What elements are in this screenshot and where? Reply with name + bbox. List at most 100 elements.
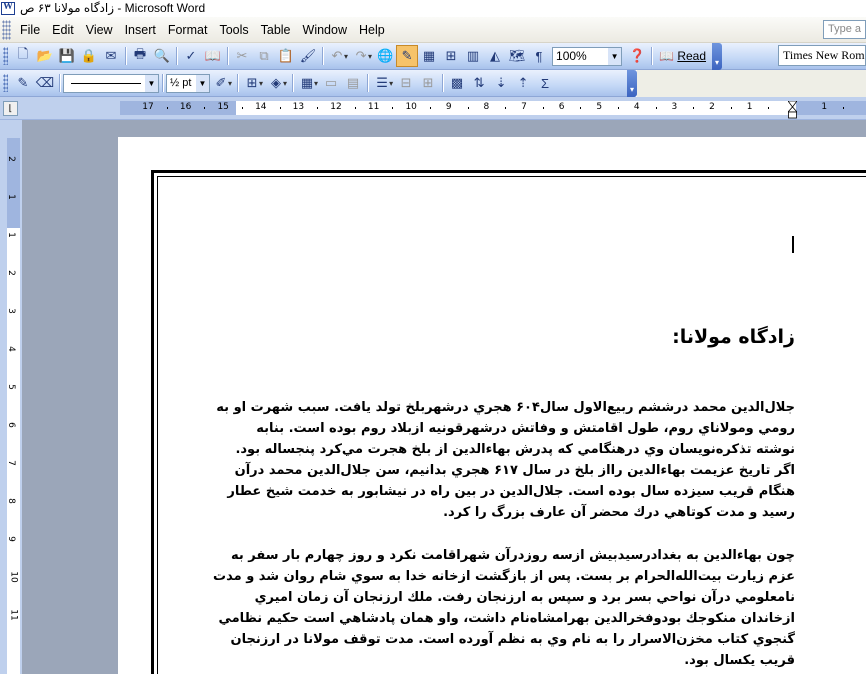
ruler-number: 4 [633, 102, 640, 112]
ruler-number: 14 [255, 102, 267, 112]
vertical-ruler[interactable]: 2 1 1 2 3 4 5 6 7 8 9 10 11 [5, 138, 20, 674]
print-icon[interactable]: 🖶 [129, 45, 151, 67]
read-button[interactable]: 📖 Read [655, 46, 710, 66]
menu-grip-handle[interactable] [2, 19, 11, 40]
text-direction-icon[interactable]: ⇅ [468, 72, 490, 94]
insert-table-icon[interactable]: ▦ [418, 45, 440, 67]
zoom-select[interactable]: 100% ▼ [552, 46, 623, 66]
border-dropdown-icon[interactable]: ▾ [259, 79, 263, 88]
sort-ascending-icon[interactable]: ⇣ [490, 72, 512, 94]
vertical-ruler-number: 11 [8, 609, 19, 621]
vertical-ruler-number: 2 [5, 270, 16, 276]
document-paragraph-1[interactable]: جلال‌الدين محمد درششم ربيع‌الاول سال۶۰۴ … [216, 397, 795, 523]
menu-file[interactable]: File [14, 21, 46, 39]
merge-cells-icon[interactable]: ▭ [320, 72, 342, 94]
menu-window[interactable]: Window [297, 21, 353, 39]
research-icon[interactable]: 📖 [202, 45, 224, 67]
line-weight-select[interactable]: ½ pt ▼ [166, 73, 210, 93]
ruler-number: 1 [746, 102, 753, 112]
window-title: زادگاه مولانا ۶۳ ص - Microsoft Word [20, 1, 206, 15]
hyperlink-icon[interactable]: 🌐 [374, 45, 396, 67]
toolbar-grip-handle[interactable] [3, 47, 8, 65]
ruler-number: 7 [521, 102, 527, 112]
line-style-select[interactable]: ▼ [63, 73, 159, 93]
menu-table[interactable]: Table [255, 21, 297, 39]
document-paragraph-2[interactable]: چون بهاءالدين به بغدادرسيدبيش ازسه روزدر… [213, 545, 795, 671]
toolbar-separator [176, 47, 177, 65]
spelling-icon[interactable]: ✓ [180, 45, 202, 67]
table-autoformat-icon[interactable]: ▩ [446, 72, 468, 94]
ruler-tick [279, 107, 281, 109]
font-name-select[interactable]: Times New Roman [778, 45, 866, 66]
insert-excel-icon[interactable]: ⊞ [440, 45, 462, 67]
align-dropdown-icon[interactable]: ▾ [389, 79, 393, 88]
help-search-input[interactable]: Type a [823, 20, 866, 39]
toolbar-grip-handle[interactable] [3, 74, 8, 92]
vertical-ruler-number: 9 [5, 536, 16, 542]
tables-borders-icon[interactable]: ✎ [396, 45, 419, 67]
sort-descending-icon[interactable]: ⇡ [512, 72, 534, 94]
print-preview-icon[interactable]: 🔍 [151, 45, 173, 67]
redo-dropdown-icon[interactable]: ▾ [368, 52, 372, 61]
chevron-down-icon[interactable]: ▼ [196, 74, 209, 92]
menu-edit[interactable]: Edit [46, 21, 80, 39]
paragraph-line: اگر تاريخ عزيمت بهاءالدين رااز بلخ در سا… [234, 463, 795, 478]
split-cells-icon[interactable]: ▤ [342, 72, 364, 94]
ruler-number: 15 [217, 102, 229, 112]
paragraph-line: جلال‌الدين محمد درششم ربيع‌الاول سال۶۰۴ … [216, 400, 795, 415]
ruler-number: 13 [292, 102, 305, 112]
columns-icon[interactable]: ▥ [462, 45, 484, 67]
undo-dropdown-icon[interactable]: ▾ [344, 52, 348, 61]
toolbar-options-icon[interactable]: ▾ [712, 42, 723, 70]
vertical-ruler-number: 5 [5, 384, 16, 390]
new-document-icon[interactable]: 🗋 [12, 45, 34, 67]
ruler-tick [505, 107, 507, 109]
drawing-icon[interactable]: ◭ [484, 45, 506, 67]
tables-borders-toolbar: ✎ ⌫ ▼ ½ pt ▼ ✐ ▾ ⊞ ▾ ◈ ▾ ▦ ▾ ▭ ▤ ☰ ▾ ⊟ ⊞… [0, 69, 637, 97]
horizontal-ruler[interactable]: 17 16 15 14 13 12 11 10 9 8 7 6 5 4 3 2 1 1 [120, 101, 866, 119]
help-icon[interactable]: ❓ [626, 45, 648, 67]
ruler-tick [166, 107, 168, 109]
right-indent-marker[interactable] [788, 101, 797, 119]
word-app-icon[interactable] [1, 1, 15, 15]
ruler-number: 8 [483, 102, 490, 112]
menu-help[interactable]: Help [353, 21, 391, 39]
document-heading[interactable]: زادگاه مولانا: [672, 326, 795, 348]
cut-icon[interactable]: ✂ [231, 45, 253, 67]
show-hide-icon[interactable]: ¶ [528, 45, 550, 67]
ruler-tick [317, 107, 319, 109]
open-folder-icon[interactable]: 📂 [34, 45, 56, 67]
menu-insert[interactable]: Insert [119, 21, 162, 39]
ruler-number: 5 [596, 102, 603, 112]
email-icon[interactable]: ✉ [100, 45, 122, 67]
autosum-icon[interactable]: Σ [534, 72, 556, 94]
insert-table-dropdown-icon[interactable]: ▾ [314, 79, 318, 88]
menu-format[interactable]: Format [162, 21, 214, 39]
distribute-rows-icon[interactable]: ⊟ [395, 72, 417, 94]
eraser-icon[interactable]: ⌫ [34, 72, 56, 94]
permission-icon[interactable]: 🔒 [78, 45, 100, 67]
tab-selector-icon[interactable]: ⌊ [3, 101, 18, 116]
menu-tools[interactable]: Tools [213, 21, 254, 39]
save-icon[interactable]: 💾 [56, 45, 78, 67]
ruler-number: 12 [330, 102, 342, 112]
paste-icon[interactable]: 📋 [275, 45, 297, 67]
ruler-number: 2 [709, 102, 715, 112]
chevron-down-icon[interactable]: ▼ [145, 74, 158, 92]
toolbar-separator [442, 74, 444, 92]
format-painter-icon[interactable]: 🖌 [297, 45, 319, 67]
menu-view[interactable]: View [80, 21, 119, 39]
menu-bar: File Edit View Insert Format Tools Table… [0, 17, 866, 43]
border-color-dropdown-icon[interactable]: ▾ [228, 79, 232, 88]
paragraph-line: نامعلومي درآن نواحي بسر برد و سپس به ارز… [254, 590, 795, 605]
copy-icon[interactable]: ⧉ [253, 45, 275, 67]
distribute-columns-icon[interactable]: ⊞ [417, 72, 439, 94]
read-book-icon: 📖 [659, 49, 674, 63]
ruler-tick [354, 107, 356, 109]
shading-dropdown-icon[interactable]: ▾ [283, 79, 287, 88]
chevron-down-icon[interactable]: ▼ [608, 47, 622, 65]
document-map-icon[interactable]: 🗺 [506, 45, 528, 67]
ruler-number: 11 [367, 102, 380, 112]
toolbar-options-icon[interactable]: ▾ [627, 69, 637, 97]
draw-table-icon[interactable]: ✎ [12, 72, 34, 94]
